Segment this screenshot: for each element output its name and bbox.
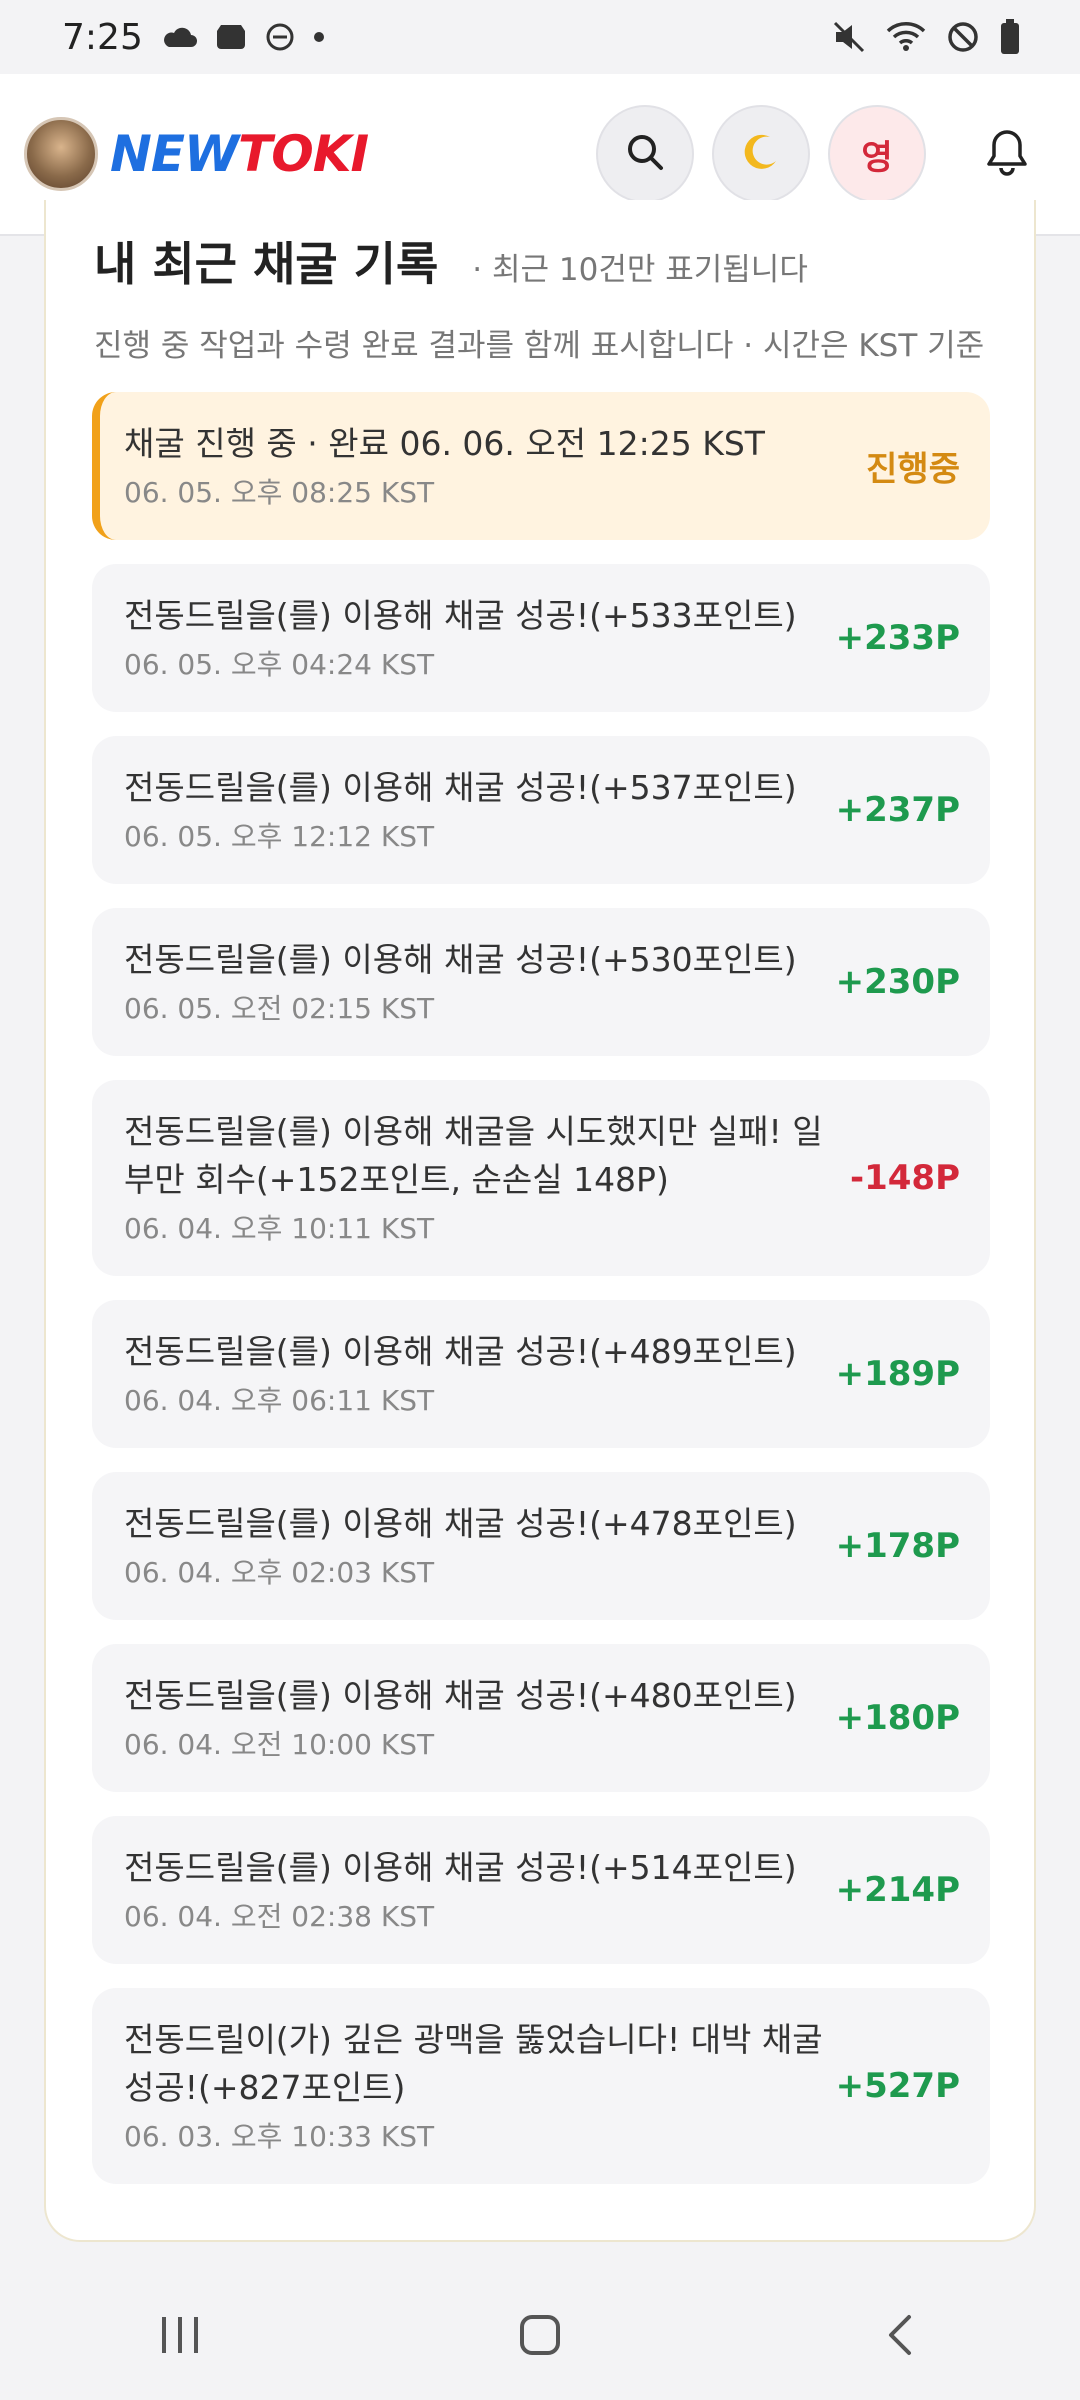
status-right xyxy=(832,19,1020,55)
entry-message: 전동드릴을(를) 이용해 채굴 성공!(+537포인트) xyxy=(124,768,797,807)
back-button[interactable] xyxy=(840,2287,960,2387)
notifications-button[interactable] xyxy=(958,105,1056,203)
site-logo[interactable]: NEWTOKI xyxy=(110,125,369,183)
entry-message: 전동드릴을(를) 이용해 채굴 성공!(+478포인트) xyxy=(124,1504,797,1543)
moon-icon xyxy=(740,131,782,177)
entry-time: 06. 04. 오후 10:11 KST xyxy=(124,1212,435,1245)
card-description: 진행 중 작업과 수령 완료 결과를 함께 표시합니다 · 시간은 KST 기준 xyxy=(94,328,985,364)
entry-amount: +233P xyxy=(835,618,960,658)
mining-history-card: 내 최근 채굴 기록 · 최근 10건만 표기됩니다 진행 중 작업과 수령 완… xyxy=(44,200,1036,2242)
list-item: 전동드릴을(를) 이용해 채굴 성공!(+478포인트) 06. 04. 오후 … xyxy=(92,1472,990,1620)
list-item: 전동드릴을(를) 이용해 채굴 성공!(+537포인트) 06. 05. 오후 … xyxy=(92,736,990,884)
dnd-icon xyxy=(265,22,295,52)
list-item: 전동드릴을(를) 이용해 채굴 성공!(+489포인트) 06. 04. 오후 … xyxy=(92,1300,990,1448)
entry-time: 06. 04. 오전 10:00 KST xyxy=(124,1728,435,1761)
entry-message: 전동드릴을(를) 이용해 채굴 성공!(+514포인트) xyxy=(124,1848,797,1887)
status-time: 7:25 xyxy=(62,16,143,58)
list-item: 전동드릴을(를) 이용해 채굴 성공!(+514포인트) 06. 04. 오전 … xyxy=(92,1816,990,1964)
mute-icon xyxy=(832,20,866,54)
language-button[interactable]: 영 xyxy=(828,105,926,203)
entry-message: 채굴 진행 중 · 완료 06. 06. 오전 12:25 KST xyxy=(124,424,765,463)
entry-amount: +180P xyxy=(835,1698,960,1738)
entry-message: 전동드릴을(를) 이용해 채굴 성공!(+489포인트) xyxy=(124,1332,797,1371)
search-button[interactable] xyxy=(596,105,694,203)
status-left: 7:25 xyxy=(62,17,325,58)
dot-icon xyxy=(313,31,325,43)
entry-time: 06. 05. 오전 02:15 KST xyxy=(124,992,435,1025)
entry-time: 06. 04. 오전 02:38 KST xyxy=(124,1900,435,1933)
list-item: 전동드릴을(를) 이용해 채굴 성공!(+530포인트) 06. 05. 오전 … xyxy=(92,908,990,1056)
entry-amount: +189P xyxy=(835,1354,960,1394)
back-icon xyxy=(885,2313,915,2361)
list-item: 전동드릴을(를) 이용해 채굴 성공!(+533포인트) 06. 05. 오후 … xyxy=(92,564,990,712)
entry-time: 06. 05. 오후 04:24 KST xyxy=(124,648,435,681)
entry-amount: +178P xyxy=(835,1526,960,1566)
search-icon xyxy=(625,132,665,176)
card-title: 내 최근 채굴 기록 xyxy=(94,237,439,291)
entry-amount: -148P xyxy=(849,1158,960,1198)
list-item: 전동드릴이(가) 깊은 광맥을 뚫었습니다! 대박 채굴 성공!(+827포인트… xyxy=(92,1988,990,2184)
bell-icon xyxy=(985,128,1029,180)
logo-toki-text: TOKI xyxy=(238,125,369,183)
entry-time: 06. 04. 오후 06:11 KST xyxy=(124,1384,435,1417)
status-bar: 7:25 xyxy=(0,0,1080,74)
cloud-icon xyxy=(161,25,197,49)
entry-amount: +237P xyxy=(835,790,960,830)
logo-new-text: NEW xyxy=(110,125,239,183)
entry-message: 전동드릴을(를) 이용해 채굴 성공!(+480포인트) xyxy=(124,1676,797,1715)
entry-message: 전동드릴을(를) 이용해 채굴을 시도했지만 실패! 일부만 회수(+152포인… xyxy=(124,1112,823,1199)
entry-time: 06. 05. 오후 12:12 KST xyxy=(124,820,435,853)
entry-amount: +230P xyxy=(835,962,960,1002)
battery-icon xyxy=(1000,19,1020,55)
recents-icon xyxy=(158,2315,202,2359)
system-nav-bar xyxy=(0,2274,1080,2400)
entry-message: 전동드릴을(를) 이용해 채굴 성공!(+530포인트) xyxy=(124,940,797,979)
logo-avatar[interactable] xyxy=(24,117,98,191)
list-item: 채굴 진행 중 · 완료 06. 06. 오전 12:25 KST 06. 05… xyxy=(92,392,990,540)
entry-time: 06. 04. 오후 02:03 KST xyxy=(124,1556,435,1589)
list-item: 전동드릴을(를) 이용해 채굴 성공!(+480포인트) 06. 04. 오전 … xyxy=(92,1644,990,1792)
entry-message: 전동드릴이(가) 깊은 광맥을 뚫었습니다! 대박 채굴 성공!(+827포인트… xyxy=(124,2020,823,2107)
entries-list: 채굴 진행 중 · 완료 06. 06. 오전 12:25 KST 06. 05… xyxy=(92,392,990,2208)
card-title-row: 내 최근 채굴 기록 · 최근 10건만 표기됩니다 xyxy=(94,228,808,294)
entry-amount: +214P xyxy=(835,1870,960,1910)
shield-icon xyxy=(215,21,247,53)
entry-time: 06. 03. 오후 10:33 KST xyxy=(124,2120,435,2153)
entry-amount: +527P xyxy=(835,2066,960,2106)
entry-amount: 진행중 xyxy=(866,449,960,490)
entry-time: 06. 05. 오후 08:25 KST xyxy=(124,476,435,509)
home-icon xyxy=(518,2313,562,2361)
dark-mode-button[interactable] xyxy=(712,105,810,203)
recents-button[interactable] xyxy=(120,2287,240,2387)
card-subnote: · 최근 10건만 표기됩니다 xyxy=(472,252,808,288)
list-item: 전동드릴을(를) 이용해 채굴을 시도했지만 실패! 일부만 회수(+152포인… xyxy=(92,1080,990,1276)
home-button[interactable] xyxy=(480,2287,600,2387)
wifi-icon xyxy=(886,21,926,53)
blocked-icon xyxy=(946,20,980,54)
header-actions: 영 xyxy=(596,105,1056,203)
entry-message: 전동드릴을(를) 이용해 채굴 성공!(+533포인트) xyxy=(124,596,797,635)
language-label: 영 xyxy=(861,137,893,178)
